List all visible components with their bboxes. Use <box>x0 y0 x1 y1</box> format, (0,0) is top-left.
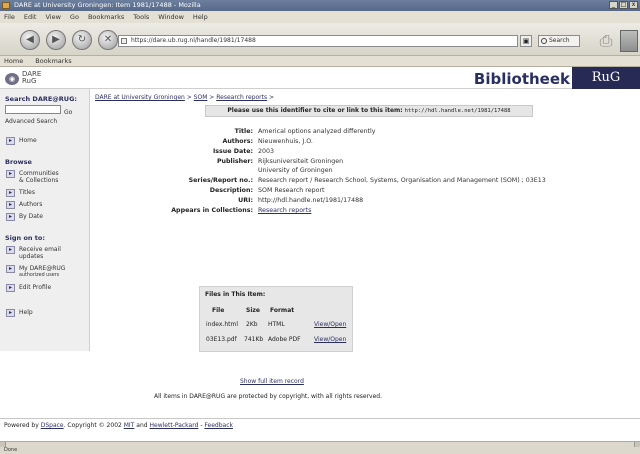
collection-link[interactable]: Research reports <box>258 207 311 214</box>
magnifier-icon <box>541 38 547 44</box>
url-input[interactable]: https://dare.ub.rug.nl/handle/1981/17488 <box>118 35 518 47</box>
sidebar-search-input[interactable] <box>5 105 61 114</box>
identifier-box: Please use this identifier to cite or li… <box>205 105 533 117</box>
metadata-row-collections: Appears in Collections: Research reports <box>171 207 312 214</box>
breadcrumb: DARE at University Groningen > SOM > Res… <box>95 94 275 101</box>
sidebar-item-home[interactable]: ▸ Home <box>5 137 84 145</box>
identifier-uri: http://hdl.handle.net/1981/17488 <box>404 108 511 114</box>
view-open-link[interactable]: View/Open <box>314 336 346 343</box>
app-icon <box>2 2 10 9</box>
menu-edit[interactable]: Edit <box>24 13 37 21</box>
throbber-icon <box>620 30 638 52</box>
arrow-icon: ▸ <box>6 170 15 178</box>
window-title: DARE at University Groningen: Item 1981/… <box>14 1 201 9</box>
rug-logo[interactable]: RuG <box>572 67 640 89</box>
menu-view[interactable]: View <box>45 13 60 21</box>
metadata-row-description: Description: SOM Research report <box>209 187 325 194</box>
menu-window[interactable]: Window <box>158 13 184 21</box>
search-button-label: Search <box>549 37 570 44</box>
main-content: DARE at University Groningen > SOM > Res… <box>92 89 640 351</box>
forward-arrow-icon[interactable]: ▶ <box>46 30 66 50</box>
table-row: index.html 2Kb HTML View/Open <box>206 321 347 328</box>
sidebar: Search DARE@RUG: Go Advanced Search ▸ Ho… <box>0 89 90 351</box>
close-button[interactable]: x <box>629 1 638 9</box>
arrow-icon: ▸ <box>6 137 15 145</box>
feedback-link[interactable]: Feedback <box>204 422 233 429</box>
window-titlebar: DARE at University Groningen: Item 1981/… <box>0 0 640 11</box>
menu-bookmarks[interactable]: Bookmarks <box>88 13 124 21</box>
view-open-link[interactable]: View/Open <box>314 321 346 328</box>
web-page: ◉ DARE RuG Bibliotheek RuG Search DARE@R… <box>0 67 640 441</box>
page-footer: Powered by DSpace. Copyright © 2002 MIT … <box>0 418 640 432</box>
bookmark-bookmarks[interactable]: Bookmarks <box>35 57 71 65</box>
sidebar-item-help[interactable]: ▸ Help <box>5 309 84 317</box>
sidebar-item-communities[interactable]: ▸ Communities & Collections <box>5 170 84 184</box>
files-title: Files in This Item: <box>205 291 266 298</box>
menu-help[interactable]: Help <box>193 13 208 21</box>
status-text: Done <box>4 447 18 453</box>
site-banner: ◉ DARE RuG Bibliotheek RuG <box>0 67 640 89</box>
arrow-icon: ▸ <box>6 309 15 317</box>
minimize-button[interactable]: _ <box>609 1 618 9</box>
url-text: https://dare.ub.rug.nl/handle/1981/17488 <box>131 37 256 44</box>
reload-icon[interactable]: ↻ <box>72 30 92 50</box>
sidebar-item-email-updates[interactable]: ▸ Receive email updates <box>5 246 84 260</box>
advanced-search-link[interactable]: Advanced Search <box>5 118 84 125</box>
show-full-record-link[interactable]: Show full item record <box>240 378 304 385</box>
metadata-row-publisher: Publisher: Rijksuniversiteit Groningen Un… <box>216 158 344 174</box>
sign-on-title: Sign on to: <box>5 234 45 242</box>
bookmark-home[interactable]: Home <box>4 57 23 65</box>
sidebar-item-authors[interactable]: ▸ Authors <box>5 201 84 209</box>
metadata-row-authors: Authors: Nieuwenhuis, J.O. <box>222 138 313 145</box>
breadcrumb-home[interactable]: DARE at University Groningen <box>95 94 185 101</box>
dare-logo-text: DARE RuG <box>22 70 42 85</box>
files-header: File Size Format <box>212 307 295 314</box>
status-bar: Done <box>0 447 640 454</box>
arrow-icon: ▸ <box>6 201 15 209</box>
window-controls: _ □ x <box>609 1 638 9</box>
identifier-text: Please use this identifier to cite or li… <box>227 107 403 114</box>
sidebar-go-button[interactable]: Go <box>64 109 72 116</box>
page-icon <box>121 38 127 44</box>
metadata-row-series: Series/Report no.: Research report / Rese… <box>188 177 546 184</box>
stop-icon[interactable]: ✕ <box>98 30 118 50</box>
search-title: Search DARE@RUG: <box>5 95 78 103</box>
menu-go[interactable]: Go <box>70 13 79 21</box>
sidebar-item-my-dare[interactable]: ▸ My DARE@RUG authorized users <box>5 265 84 279</box>
menu-bar: File Edit View Go Bookmarks Tools Window… <box>0 11 640 23</box>
metadata-row-title: Title: Americal options analyzed differen… <box>234 128 376 135</box>
breadcrumb-research-reports[interactable]: Research reports <box>216 94 267 101</box>
go-icon[interactable]: ▣ <box>520 35 532 47</box>
arrow-icon: ▸ <box>6 189 15 197</box>
copyright-notice: All items in DARE@RUG are protected by c… <box>154 393 382 400</box>
browse-title: Browse <box>5 158 32 166</box>
breadcrumb-som[interactable]: SOM <box>194 94 208 101</box>
arrow-icon: ▸ <box>6 246 15 254</box>
arrow-icon: ▸ <box>6 213 15 221</box>
library-title: Bibliotheek <box>473 70 570 88</box>
back-arrow-icon[interactable]: ◀ <box>20 30 40 50</box>
table-row: 03E13.pdf 741Kb Adobe PDF View/Open <box>206 336 347 343</box>
search-button[interactable]: Search <box>538 35 580 47</box>
sidebar-item-edit-profile[interactable]: ▸ Edit Profile <box>5 284 84 292</box>
dare-logo[interactable]: ◉ DARE RuG <box>5 69 45 87</box>
sidebar-item-by-date[interactable]: ▸ By Date <box>5 213 84 221</box>
menu-file[interactable]: File <box>4 13 15 21</box>
arrow-icon: ▸ <box>6 284 15 292</box>
personal-toolbar: Home Bookmarks <box>0 56 640 67</box>
item-metadata: Title: Americal options analyzed differen… <box>92 127 640 216</box>
dare-logo-icon: ◉ <box>5 73 19 85</box>
arrow-icon: ▸ <box>6 265 15 273</box>
files-table: Files in This Item: File Size Format ind… <box>199 286 353 352</box>
mit-link[interactable]: MIT <box>124 422 135 429</box>
metadata-row-issue-date: Issue Date: 2003 <box>212 148 275 155</box>
sidebar-item-titles[interactable]: ▸ Titles <box>5 189 84 197</box>
print-icon[interactable]: ⎙ <box>594 31 618 51</box>
hp-link[interactable]: Hewlett-Packard <box>150 422 199 429</box>
maximize-button[interactable]: □ <box>619 1 628 9</box>
metadata-row-uri: URI: http://hdl.handle.net/1981/17488 <box>238 197 364 204</box>
menu-tools[interactable]: Tools <box>133 13 149 21</box>
dspace-link[interactable]: DSpace <box>41 422 64 429</box>
navigation-toolbar: ◀ ▶ ↻ ✕ https://dare.ub.rug.nl/handle/19… <box>0 23 640 56</box>
